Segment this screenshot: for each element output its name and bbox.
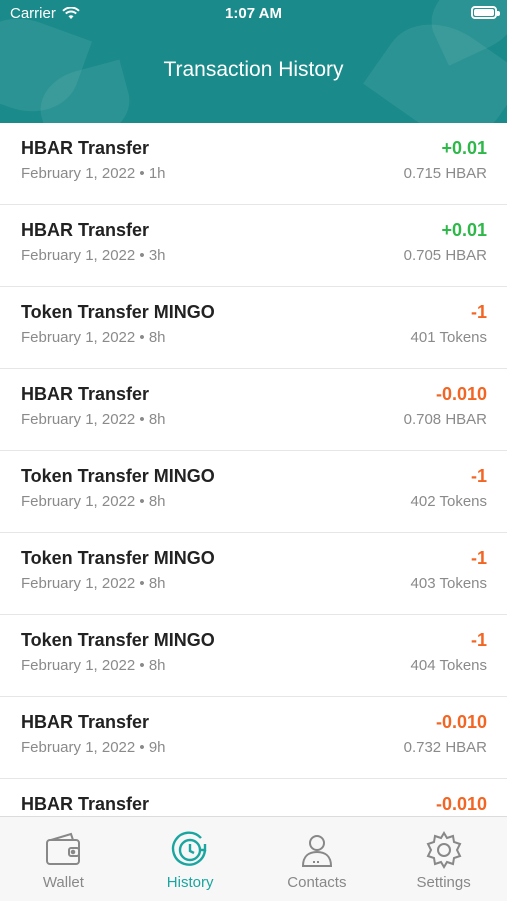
transaction-row[interactable]: HBAR Transfer February 1, 2022 • 3h +0.01 0… bbox=[0, 205, 507, 287]
transaction-title: HBAR Transfer bbox=[21, 384, 150, 404]
settings-icon bbox=[426, 831, 462, 869]
transaction-list[interactable]: HBAR Transfer February 1, 2022 • 1h +0.01 0… bbox=[0, 123, 507, 816]
transaction-date: February 1, 2022 • 8h bbox=[21, 329, 166, 346]
wallet-icon bbox=[46, 832, 81, 865]
status-time: 1:07 AM bbox=[225, 5, 282, 22]
status-bar: Carrier 1:07 AM bbox=[0, 0, 507, 28]
transaction-row[interactable]: Token Transfer MINGO February 1, 2022 • 8… bbox=[0, 533, 507, 615]
transaction-date: February 1, 2022 • 8h bbox=[21, 575, 166, 592]
transaction-amount: -1 bbox=[470, 466, 487, 486]
transaction-row[interactable]: HBAR Transfer February 1, 2022 • 1h +0.01 0… bbox=[0, 123, 507, 205]
tab-wallet[interactable]: Wallet bbox=[0, 817, 127, 901]
transaction-title: Token Transfer MINGO bbox=[21, 630, 215, 650]
transaction-date: February 1, 2022 • 3h bbox=[21, 247, 166, 264]
battery-icon bbox=[471, 6, 500, 19]
transaction-row[interactable]: Token Transfer MINGO February 1, 2022 • 8… bbox=[0, 451, 507, 533]
transaction-balance: 0.705 HBAR bbox=[403, 247, 487, 264]
transaction-amount: -0.010 bbox=[435, 712, 487, 732]
tab-settings[interactable]: Settings bbox=[380, 817, 507, 901]
transaction-balance: 403 Tokens bbox=[410, 575, 487, 592]
transaction-amount: -0.010 bbox=[435, 384, 487, 404]
transaction-amount: +0.01 bbox=[441, 220, 487, 240]
transaction-title: HBAR Transfer bbox=[21, 712, 150, 732]
transaction-date: February 1, 2022 • 8h bbox=[21, 411, 166, 428]
transaction-title: Token Transfer MINGO bbox=[21, 302, 215, 322]
transaction-title: HBAR Transfer bbox=[21, 220, 150, 240]
page-title: Transaction History bbox=[163, 58, 344, 81]
tab-label: Wallet bbox=[42, 874, 84, 891]
transaction-row[interactable]: Token Transfer MINGO February 1, 2022 • 8… bbox=[0, 287, 507, 369]
transaction-amount: -0.010 bbox=[435, 794, 487, 814]
transaction-row[interactable]: HBAR Transfer February 1, 2022 • 8h -0.010… bbox=[0, 369, 507, 451]
history-icon bbox=[171, 831, 207, 866]
transaction-balance: 0.708 HBAR bbox=[403, 411, 487, 428]
transaction-balance: 404 Tokens bbox=[410, 657, 487, 674]
tab-label: History bbox=[166, 874, 214, 891]
tab-contacts[interactable]: Contacts bbox=[254, 817, 381, 901]
transaction-balance: 402 Tokens bbox=[410, 493, 487, 510]
transaction-balance: 0.732 HBAR bbox=[403, 739, 487, 756]
tab-bar: Wallet History Contacts Settings bbox=[0, 816, 507, 901]
transaction-amount: -1 bbox=[470, 630, 487, 650]
transaction-row[interactable]: HBAR Transfer February 1, 2022 • 9h -0.010… bbox=[0, 697, 507, 779]
tab-label: Contacts bbox=[287, 874, 347, 891]
transaction-balance: 401 Tokens bbox=[410, 329, 487, 346]
transaction-date: February 1, 2022 • 8h bbox=[21, 493, 166, 510]
transaction-amount: +0.01 bbox=[441, 138, 487, 158]
transaction-title: HBAR Transfer bbox=[21, 138, 150, 158]
transaction-amount: -1 bbox=[470, 548, 487, 568]
transaction-amount: -1 bbox=[470, 302, 487, 322]
transaction-title: HBAR Transfer bbox=[21, 794, 150, 814]
header-bar: Carrier 1:07 AM Transaction History bbox=[0, 0, 507, 123]
transaction-balance: 0.715 HBAR bbox=[403, 165, 487, 182]
contacts-icon bbox=[301, 835, 332, 867]
transaction-title: Token Transfer MINGO bbox=[21, 548, 215, 568]
transaction-row[interactable]: HBAR Transfer -0.010 bbox=[0, 779, 507, 816]
transaction-date: February 1, 2022 • 8h bbox=[21, 657, 166, 674]
transaction-date: February 1, 2022 • 1h bbox=[21, 165, 166, 182]
tab-label: Settings bbox=[416, 874, 471, 891]
transaction-title: Token Transfer MINGO bbox=[21, 466, 215, 486]
tab-history[interactable]: History bbox=[127, 817, 254, 901]
transaction-date: February 1, 2022 • 9h bbox=[21, 739, 166, 756]
transaction-row[interactable]: Token Transfer MINGO February 1, 2022 • 8… bbox=[0, 615, 507, 697]
